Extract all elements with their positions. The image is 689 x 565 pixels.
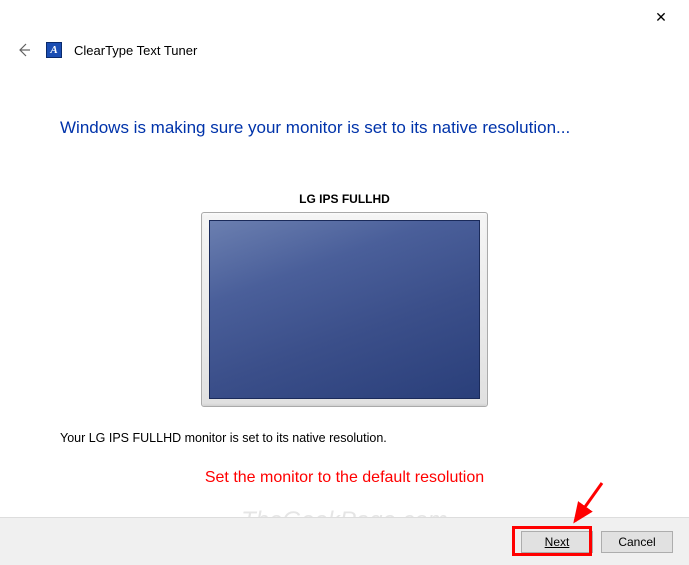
title-bar: ✕ xyxy=(0,0,689,34)
resolution-status-text: Your LG IPS FULLHD monitor is set to its… xyxy=(60,431,629,445)
monitor-frame xyxy=(201,212,488,407)
page-heading: Windows is making sure your monitor is s… xyxy=(60,118,629,138)
close-icon: ✕ xyxy=(655,9,667,26)
close-button[interactable]: ✕ xyxy=(641,3,681,31)
wizard-footer: Next Cancel xyxy=(0,517,689,565)
wizard-header: ClearType Text Tuner xyxy=(0,34,689,66)
next-button[interactable]: Next xyxy=(521,531,593,553)
monitor-screen xyxy=(209,220,480,399)
monitor-preview-area: LG IPS FULLHD xyxy=(60,192,629,407)
back-button[interactable] xyxy=(14,40,34,60)
annotation-text: Set the monitor to the default resolutio… xyxy=(60,469,629,487)
back-arrow-icon xyxy=(16,42,32,58)
wizard-content: Windows is making sure your monitor is s… xyxy=(0,66,689,487)
cancel-button[interactable]: Cancel xyxy=(601,531,673,553)
app-title: ClearType Text Tuner xyxy=(74,43,197,58)
monitor-name-label: LG IPS FULLHD xyxy=(299,192,390,206)
app-icon xyxy=(46,42,62,58)
